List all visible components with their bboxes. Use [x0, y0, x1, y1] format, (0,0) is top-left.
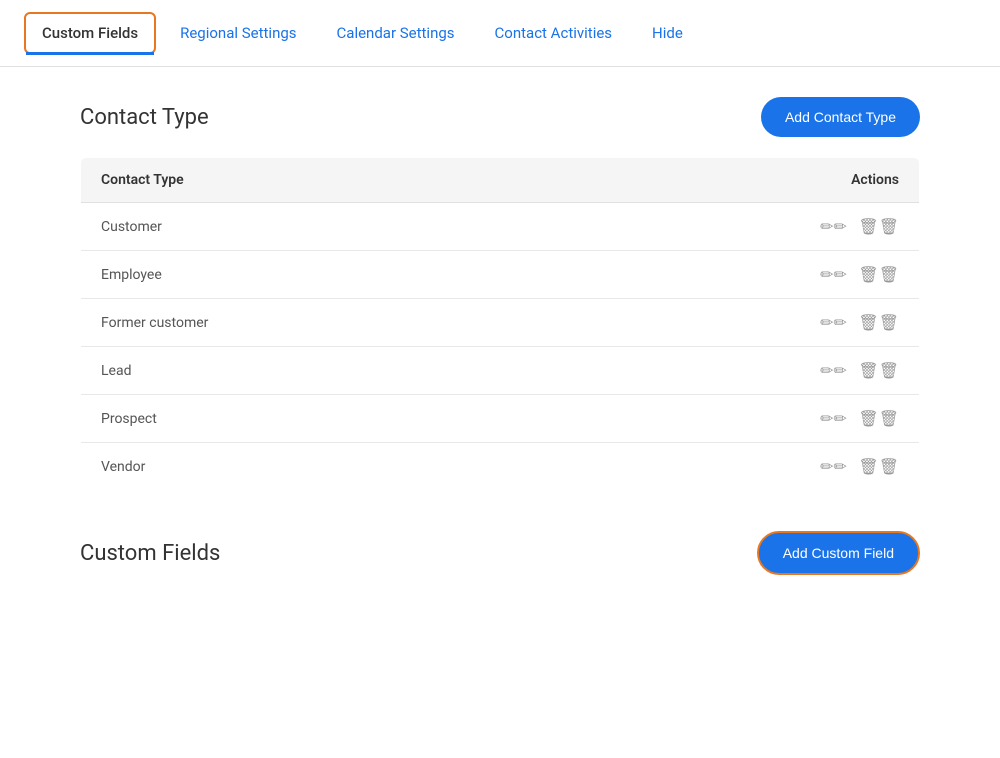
actions-cell: ✏ 🗑 [531, 203, 919, 251]
edit-icon[interactable]: ✏ [820, 457, 847, 476]
delete-icon[interactable]: 🗑 [858, 313, 899, 332]
actions-cell: ✏ 🗑 [531, 347, 919, 395]
table-row: Prospect ✏ 🗑 [81, 395, 920, 443]
col-contact-type: Contact Type [81, 158, 532, 203]
main-content: Contact Type Add Contact Type Contact Ty… [0, 67, 1000, 645]
delete-icon[interactable]: 🗑 [858, 217, 899, 236]
delete-icon[interactable]: 🗑 [858, 409, 899, 428]
contact-type-name: Vendor [81, 443, 532, 491]
add-contact-type-button[interactable]: Add Contact Type [761, 97, 920, 137]
tab-contact-activities[interactable]: Contact Activities [475, 2, 633, 64]
custom-fields-header: Custom Fields Add Custom Field [80, 531, 920, 575]
table-row: Lead ✏ 🗑 [81, 347, 920, 395]
contact-type-name: Former customer [81, 299, 532, 347]
contact-type-table: Contact Type Actions Customer ✏ 🗑 Employ… [80, 157, 920, 491]
contact-type-name: Employee [81, 251, 532, 299]
table-row: Customer ✏ 🗑 [81, 203, 920, 251]
table-row: Vendor ✏ 🗑 [81, 443, 920, 491]
actions-cell: ✏ 🗑 [531, 251, 919, 299]
tab-calendar-settings[interactable]: Calendar Settings [317, 2, 475, 64]
contact-type-header: Contact Type Add Contact Type [80, 97, 920, 137]
edit-icon[interactable]: ✏ [820, 313, 847, 332]
tab-hide[interactable]: Hide [632, 2, 703, 64]
contact-type-name: Prospect [81, 395, 532, 443]
edit-icon[interactable]: ✏ [820, 409, 847, 428]
edit-icon[interactable]: ✏ [820, 265, 847, 284]
delete-icon[interactable]: 🗑 [858, 457, 899, 476]
custom-fields-title: Custom Fields [80, 541, 220, 566]
page-wrapper: Custom Fields Regional Settings Calendar… [0, 0, 1000, 758]
contact-type-name: Customer [81, 203, 532, 251]
delete-icon[interactable]: 🗑 [858, 361, 899, 380]
table-row: Former customer ✏ 🗑 [81, 299, 920, 347]
col-actions: Actions [531, 158, 919, 203]
edit-icon[interactable]: ✏ [820, 361, 847, 380]
contact-type-name: Lead [81, 347, 532, 395]
tab-regional-settings[interactable]: Regional Settings [160, 2, 316, 64]
custom-fields-section: Custom Fields Add Custom Field [80, 531, 920, 575]
delete-icon[interactable]: 🗑 [858, 265, 899, 284]
edit-icon[interactable]: ✏ [820, 217, 847, 236]
actions-cell: ✏ 🗑 [531, 299, 919, 347]
table-row: Employee ✏ 🗑 [81, 251, 920, 299]
table-header-row: Contact Type Actions [81, 158, 920, 203]
tabs-bar: Custom Fields Regional Settings Calendar… [0, 0, 1000, 67]
actions-cell: ✏ 🗑 [531, 443, 919, 491]
actions-cell: ✏ 🗑 [531, 395, 919, 443]
add-custom-field-button[interactable]: Add Custom Field [757, 531, 920, 575]
contact-type-section: Contact Type Add Contact Type Contact Ty… [80, 97, 920, 491]
contact-type-title: Contact Type [80, 105, 209, 130]
tab-custom-fields[interactable]: Custom Fields [24, 12, 156, 54]
